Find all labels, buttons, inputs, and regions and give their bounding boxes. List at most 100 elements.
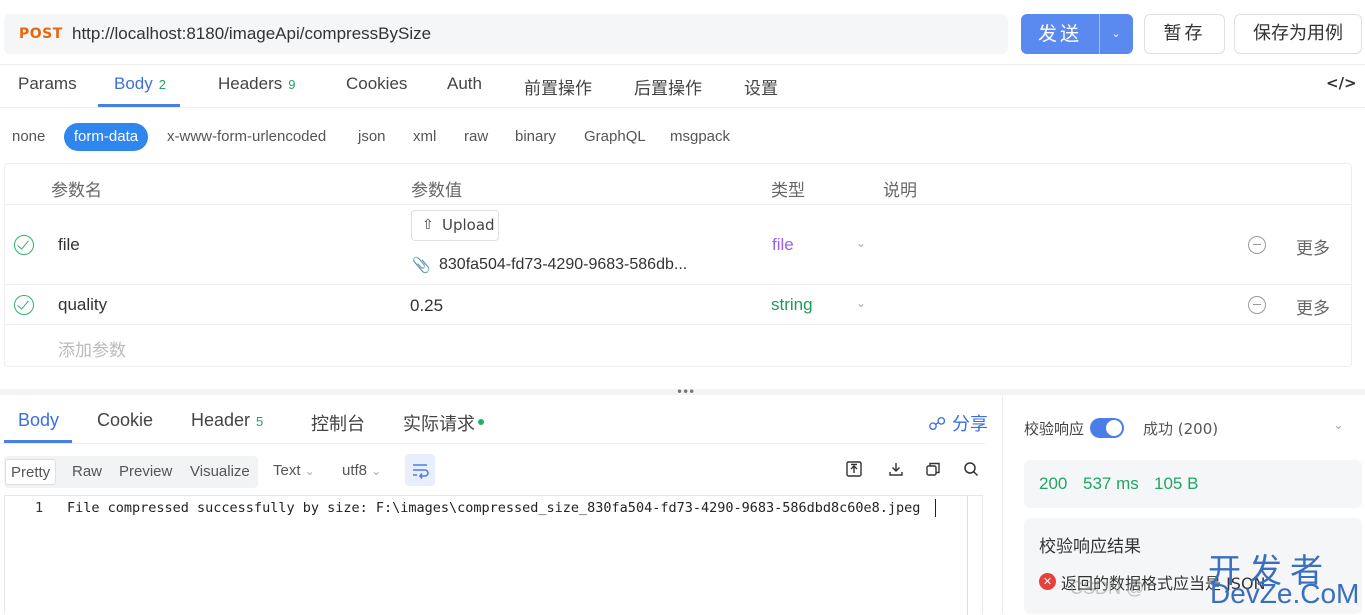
body-type-binary[interactable]: binary — [515, 128, 556, 145]
response-tab-body[interactable]: Body — [18, 410, 59, 431]
tab-label: 后置操作 — [634, 79, 702, 98]
more-button[interactable]: 更多 — [1296, 294, 1330, 319]
body-type-graphql[interactable]: GraphQL — [584, 128, 646, 145]
response-text[interactable]: File compressed successfully by size: F:… — [67, 500, 920, 516]
format-select[interactable]: Text ⌄ — [273, 462, 315, 479]
url-input[interactable]: http://localhost:8180/imageApi/compressB… — [72, 24, 431, 44]
more-button[interactable]: 更多 — [1296, 234, 1330, 259]
uploaded-filename[interactable]: 830fa504-fd73-4290-9683-586db... — [439, 256, 687, 274]
check-circle-icon[interactable] — [14, 295, 34, 315]
tab-label: Cookies — [346, 74, 408, 93]
send-button-label[interactable]: 发送 — [1021, 14, 1099, 54]
tab-body[interactable]: Body 2 — [114, 74, 166, 94]
response-tab-console[interactable]: 控制台 — [311, 410, 365, 436]
url-bar[interactable]: POST http://localhost:8180/imageApi/comp… — [4, 14, 1008, 54]
column-header-description: 说明 — [883, 181, 917, 201]
response-stats: 200 537 ms 105 B — [1024, 460, 1362, 508]
tab-settings[interactable]: 设置 — [744, 74, 778, 99]
body-type-form-data[interactable]: form-data — [64, 123, 148, 151]
tab-post-operations[interactable]: 后置操作 — [634, 74, 702, 99]
tab-label: Auth — [447, 74, 482, 93]
body-type-json[interactable]: json — [358, 128, 386, 145]
save-as-case-button[interactable]: 保存为用例 — [1234, 14, 1362, 54]
verify-status-select[interactable]: 成功 (200) — [1143, 418, 1218, 439]
method-selector[interactable]: POST — [19, 26, 63, 42]
view-pretty-button[interactable]: Pretty — [5, 459, 57, 485]
row-divider — [4, 284, 1352, 285]
tab-count-badge: 5 — [256, 414, 264, 429]
view-preview-button[interactable]: Preview — [114, 459, 177, 485]
text-cursor — [935, 499, 936, 517]
param-name[interactable]: file — [58, 235, 80, 255]
status-dot — [478, 419, 484, 425]
response-size: 105 B — [1154, 474, 1199, 493]
check-circle-icon[interactable] — [14, 235, 34, 255]
body-type-urlencoded[interactable]: x-www-form-urlencoded — [167, 128, 326, 145]
body-type-none[interactable]: none — [12, 128, 45, 145]
verify-result-title: 校验响应结果 — [1039, 537, 1141, 557]
wrap-icon — [413, 464, 429, 479]
tab-cookies[interactable]: Cookies — [346, 74, 407, 94]
watermark-logo-domain: DevZe.CoM — [1210, 578, 1360, 609]
param-value[interactable]: 0.25 — [410, 296, 443, 316]
paperclip-icon: 📎 — [412, 256, 431, 274]
param-name[interactable]: quality — [58, 295, 107, 315]
verify-response-label: 校验响应 — [1024, 420, 1085, 438]
divider — [0, 107, 1365, 108]
tab-label: 设置 — [744, 79, 778, 98]
body-type-msgpack[interactable]: msgpack — [670, 128, 730, 145]
chevron-down-icon: ⌄ — [371, 464, 382, 478]
send-button[interactable]: 发送 ⌄ — [1021, 14, 1133, 54]
view-visualize-button[interactable]: Visualize — [185, 459, 255, 485]
response-tab-header[interactable]: Header 5 — [191, 410, 263, 431]
watermark-csdn: CSDN @ — [1070, 578, 1145, 598]
chevron-down-icon[interactable]: ⌄ — [856, 296, 866, 310]
remove-circle-icon[interactable] — [1248, 236, 1266, 254]
encoding-select[interactable]: utf8 ⌄ — [342, 462, 381, 479]
response-body-editor[interactable]: 1 File compressed successfully by size: … — [4, 495, 983, 615]
format-select-value: Text — [273, 462, 301, 479]
tab-headers[interactable]: Headers 9 — [218, 74, 296, 94]
save-draft-button[interactable]: 暂存 — [1144, 14, 1225, 54]
add-param-input[interactable]: 添加参数 — [58, 336, 126, 361]
download-icon[interactable] — [887, 460, 905, 482]
tab-label: Header — [191, 410, 251, 430]
search-icon[interactable] — [962, 460, 980, 482]
share-button[interactable]: ☍ 分享 — [928, 410, 988, 436]
response-tab-cookie[interactable]: Cookie — [97, 410, 153, 431]
row-divider — [4, 324, 1352, 325]
code-icon[interactable]: </> — [1326, 74, 1357, 92]
response-tab-actual-request[interactable]: 实际请求 — [403, 410, 475, 436]
tab-pre-operations[interactable]: 前置操作 — [524, 74, 592, 99]
chevron-down-icon[interactable]: ⌄ — [1099, 14, 1133, 54]
tab-params[interactable]: Params — [18, 74, 77, 94]
encoding-select-value: utf8 — [342, 462, 368, 479]
chevron-down-icon[interactable]: ⌄ — [1333, 418, 1344, 433]
word-wrap-button[interactable] — [405, 454, 435, 486]
drag-handle-icon[interactable]: ••• — [676, 385, 695, 399]
error-icon: ✕ — [1039, 573, 1056, 590]
param-type-select[interactable]: file — [772, 235, 794, 255]
tab-label: Body — [114, 74, 153, 93]
response-time: 537 ms — [1083, 474, 1139, 493]
column-header-type: 类型 — [771, 181, 805, 201]
verify-toggle[interactable] — [1090, 418, 1124, 438]
param-type-select[interactable]: string — [771, 295, 813, 315]
body-type-raw[interactable]: raw — [464, 128, 488, 145]
status-code: 200 — [1039, 474, 1068, 493]
body-type-xml[interactable]: xml — [413, 128, 436, 145]
remove-circle-icon[interactable] — [1248, 296, 1266, 314]
scroll-top-icon[interactable] — [845, 460, 863, 482]
chevron-down-icon: ⌄ — [304, 464, 315, 478]
toggle-knob — [1106, 420, 1122, 436]
copy-icon[interactable] — [924, 460, 942, 482]
upload-button[interactable]: ⇧ Upload — [411, 210, 499, 241]
tab-label: Cookie — [97, 410, 154, 430]
scrollbar[interactable] — [967, 496, 968, 615]
row-divider — [4, 204, 1352, 205]
panel-divider — [1002, 395, 1003, 614]
divider — [0, 443, 985, 444]
tab-auth[interactable]: Auth — [447, 74, 482, 94]
chevron-down-icon[interactable]: ⌄ — [856, 236, 866, 250]
view-raw-button[interactable]: Raw — [67, 459, 107, 485]
